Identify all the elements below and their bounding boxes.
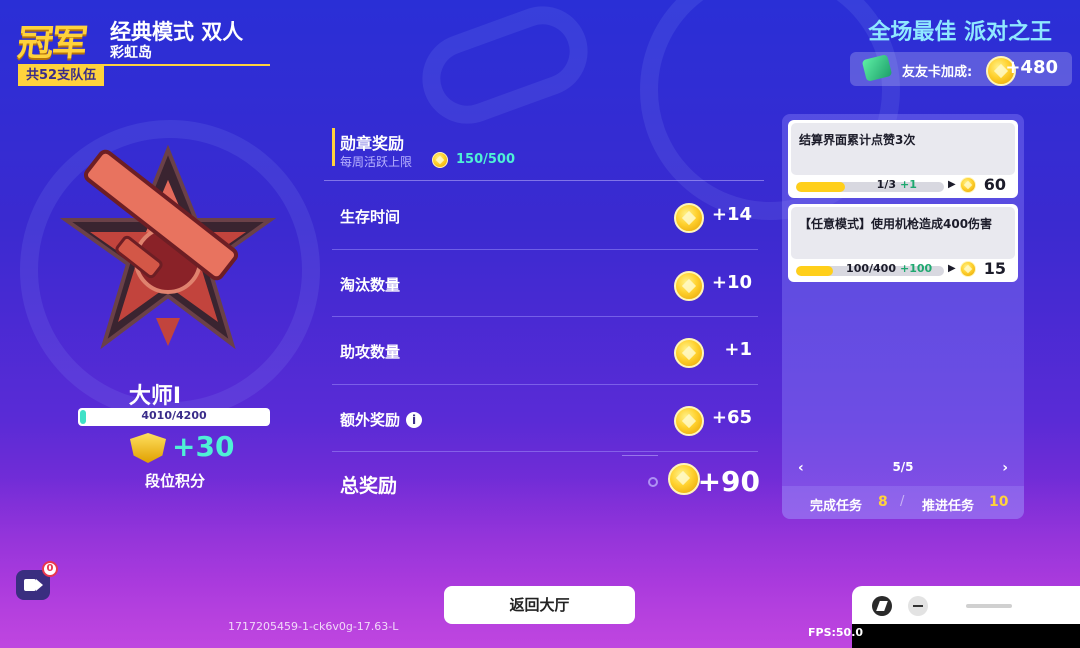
edit-icon[interactable] [872,596,892,616]
reward-label: 额外奖励 [340,410,401,429]
task-progress-text: 100/400 [846,262,896,275]
coin-icon [674,203,704,233]
rank-shield-icon [130,433,166,463]
total-reward-row: 总奖励 +90 [332,455,762,507]
weekly-cap-label: 每周活跃上限 [340,155,413,169]
chevron-right-icon[interactable]: › [1002,460,1008,476]
task-panel: 结算界面累计点赞3次 1/3 +1 ▶ 60 【任意模式】使用机枪造成400伤害… [782,114,1024,519]
coin-icon [668,463,700,495]
task-desc-box: 结算界面累计点赞3次 [791,123,1015,175]
reward-label: 淘汰数量 [340,275,401,294]
rank-badge-icon [59,144,277,350]
coin-icon [674,270,704,301]
rank-progress-text: 4010/4200 [141,409,207,422]
header-accent-bar [332,128,335,166]
reward-value: +65 [711,406,752,428]
connector-dot [648,477,658,487]
camera-icon [24,579,36,591]
reward-value: +14 [711,204,752,225]
background-sausage [409,0,601,137]
fps-counter: FPS:50.0 [808,626,864,639]
weekly-cap-value: 150/500 [456,152,516,167]
session-id: 1717205459-1-ck6v0g-17.63-L [228,620,399,633]
friend-card-icon [861,54,893,82]
divider: / [900,494,905,509]
drag-handle[interactable] [966,604,1012,608]
task-card[interactable]: 【任意模式】使用机枪造成400伤害 100/400 +100 ▶ 15 [788,204,1018,282]
camera-lens-icon [36,579,43,591]
task-reward-value: 60 [983,175,1006,194]
task-progress-increment: +1 [900,178,917,191]
medal-reward-title: 勋章奖励 [340,134,405,153]
reward-label: 生存时间 [340,208,401,226]
reward-row-assists: 助攻数量 +1 [332,317,758,385]
advanced-tasks-label: 推进任务 [922,499,975,514]
reward-row-eliminations: 淘汰数量 +10 [332,250,758,317]
coin-icon [674,338,704,368]
floating-overlay-panel [852,586,1080,648]
total-reward-label: 总奖励 [340,475,398,497]
rank-name: 大师I [128,384,182,409]
completed-tasks-label: 完成任务 [810,499,863,514]
page-indicator: 5/5 [892,460,914,474]
arrow-right-icon: ▶ [948,263,956,274]
arrow-right-icon: ▶ [948,179,956,190]
coin-icon [960,177,976,193]
coin-icon [960,261,976,277]
back-to-lobby-button[interactable]: 返回大厅 [444,586,635,624]
task-description: 结算界面累计点赞3次 [799,133,916,147]
task-progress-increment: +100 [900,262,933,275]
task-reward-value: 15 [983,259,1006,278]
task-pager: ‹ 5/5 › [794,460,1012,480]
reward-label: 助攻数量 [340,343,401,361]
coin-icon [674,405,704,436]
friend-bonus-value: +480 [1005,57,1058,78]
friend-card-bonus: 友友卡加成: +480 [850,52,1072,86]
reward-list: 生存时间 +14 淘汰数量 +10 助攻数量 +1 额外奖励 i +65 [332,182,758,452]
task-progress-text: 1/3 [876,178,896,191]
completed-tasks-value: 8 [878,494,888,510]
reward-row-survival-time: 生存时间 +14 [332,182,758,250]
rank-progress-bar: 4010/4200 [78,408,270,426]
reward-value: +1 [724,339,752,360]
reward-row-bonus: 额外奖励 i +65 [332,385,758,452]
map-name: 彩虹岛 [110,45,152,61]
record-count-badge: 0 [42,561,58,577]
task-card[interactable]: 结算界面累计点赞3次 1/3 +1 ▶ 60 [788,120,1018,198]
overlay-black-bar [852,624,1080,648]
task-stats-bar: 完成任务 8 / 推进任务 10 [782,486,1024,519]
info-icon[interactable]: i [406,411,423,428]
rank-points-label: 段位积分 [144,472,205,490]
placement-title: 冠军 [15,23,88,64]
coin-icon [432,152,448,168]
task-desc-box: 【任意模式】使用机枪造成400伤害 [791,207,1015,259]
mvp-title: 全场最佳 派对之王 [868,20,1052,45]
friend-bonus-label: 友友卡加成: [902,65,973,80]
reward-label-container: 额外奖励 i [340,409,423,430]
minimize-icon[interactable] [908,596,928,616]
divider [324,180,764,181]
team-count-badge: 共52支队伍 [18,66,105,86]
reward-value: +10 [711,271,752,293]
total-reward-value: +90 [697,465,760,498]
task-description: 【任意模式】使用机枪造成400伤害 [799,217,993,231]
advanced-tasks-value: 10 [989,494,1009,510]
rank-points-value: +30 [172,430,235,463]
